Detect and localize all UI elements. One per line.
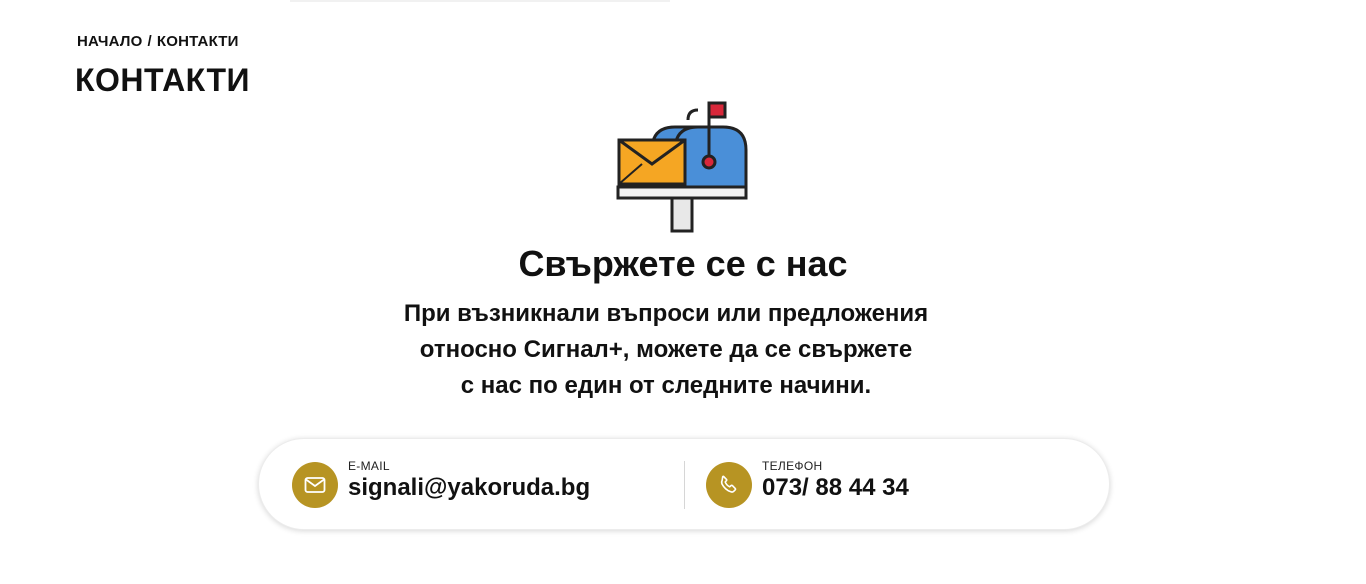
email-link[interactable]: signali@yakoruda.bg	[348, 473, 590, 503]
phone-text: ТЕЛЕФОН 073/ 88 44 34	[762, 459, 909, 503]
breadcrumb: НАЧАЛО / КОНТАКТИ	[77, 33, 239, 50]
intro-line: относно Сигнал+, можете да се свържете	[419, 336, 913, 363]
phone-contact[interactable]: ТЕЛЕФОН 073/ 88 44 34	[706, 459, 909, 511]
contact-card: E-MAIL signali@yakoruda.bg ТЕЛЕФОН 073/ …	[258, 438, 1110, 530]
email-text: E-MAIL signali@yakoruda.bg	[348, 459, 590, 503]
intro-line: При възникнали въпроси или предложения	[403, 300, 929, 327]
email-label: E-MAIL	[348, 459, 390, 473]
phone-link[interactable]: 073/ 88 44 34	[762, 473, 909, 503]
contact-heading: Свържете се с нас	[518, 243, 848, 284]
email-contact[interactable]: E-MAIL signali@yakoruda.bg	[292, 459, 590, 511]
phone-icon	[706, 462, 752, 508]
intro-line: с нас по един от следните начини.	[460, 372, 872, 399]
top-divider	[290, 0, 670, 2]
page-title: КОНТАКТИ	[75, 62, 251, 98]
contact-intro: При възникнали въпроси или предложения о…	[0, 296, 1332, 404]
breadcrumb-home-link[interactable]: НАЧАЛО	[77, 33, 142, 50]
breadcrumb-current: КОНТАКТИ	[156, 33, 239, 50]
phone-label: ТЕЛЕФОН	[762, 459, 823, 473]
contacts-page: НАЧАЛО / КОНТАКТИ КОНТАКТИ Свържете се с…	[0, 0, 1366, 584]
contact-divider	[684, 461, 685, 509]
mailbox-icon	[616, 101, 748, 233]
breadcrumb-separator: /	[147, 33, 152, 50]
envelope-icon	[292, 462, 338, 508]
